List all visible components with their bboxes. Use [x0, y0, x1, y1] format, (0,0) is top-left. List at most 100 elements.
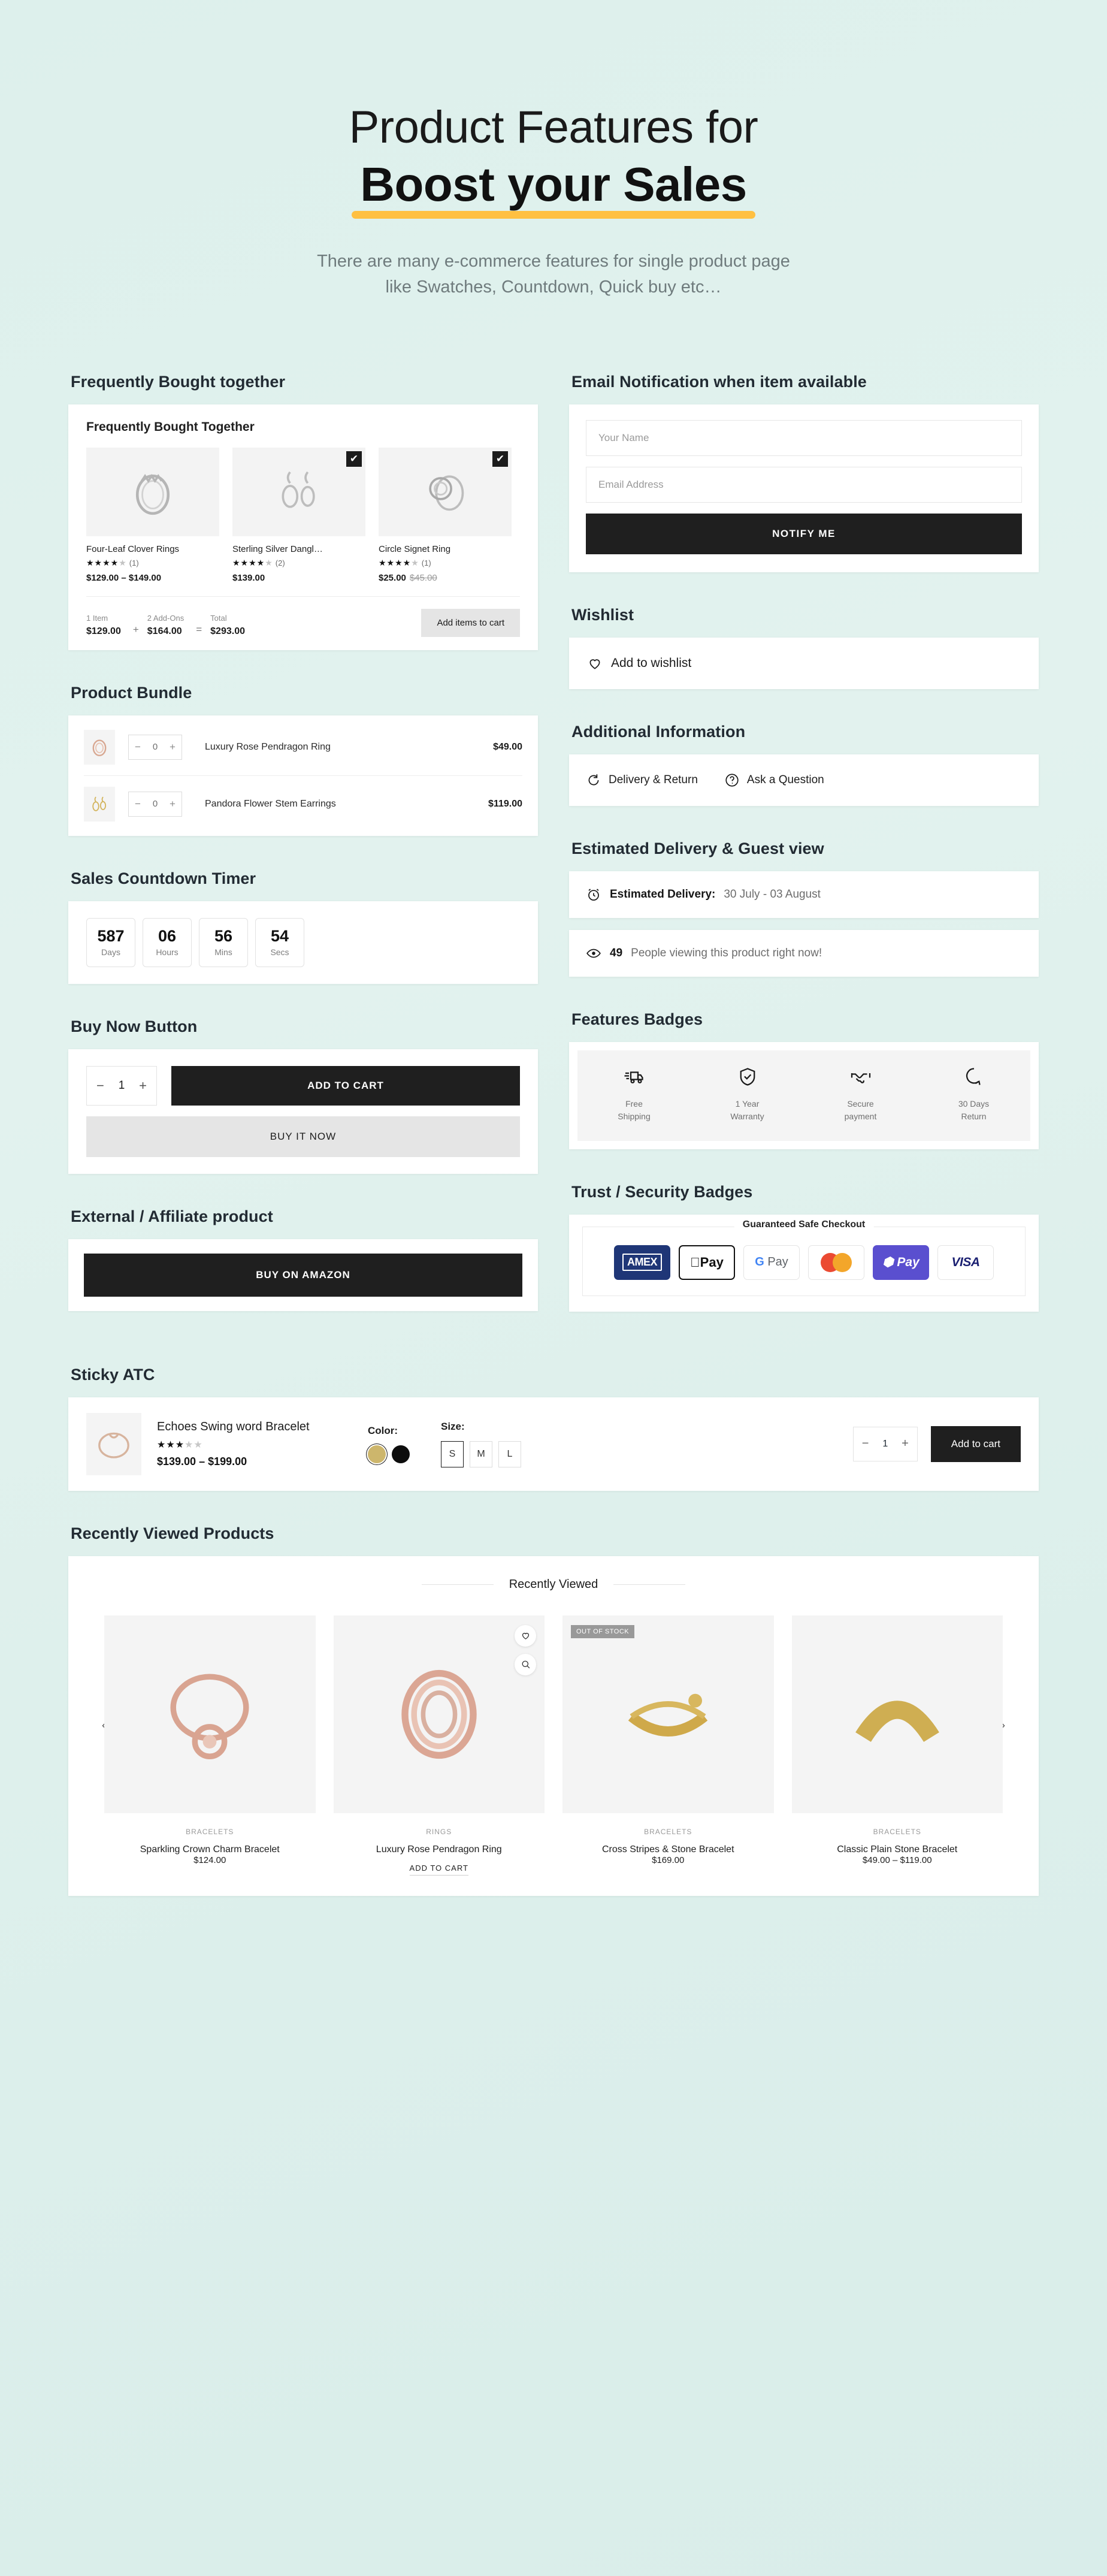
recently-viewed-product[interactable]: RINGS Luxury Rose Pendragon Ring ADD TO …	[333, 1615, 545, 1876]
recently-viewed-card: Recently Viewed BRACELETS Sparkling Crow…	[68, 1556, 1039, 1896]
section-title-frequently-bought: Frequently Bought together	[71, 372, 286, 391]
bundle-quantity-stepper[interactable]: − 0 +	[128, 791, 182, 817]
sticky-qty-decrease[interactable]: −	[862, 1437, 869, 1451]
countdown-unit-days: 587 Days	[86, 917, 135, 967]
countdown-mins-value: 56	[214, 927, 233, 946]
affiliate-card: BUY ON AMAZON	[68, 1239, 538, 1311]
page-header: Product Features for Boost your Sales Th…	[0, 0, 1107, 301]
size-option-s[interactable]: S	[441, 1440, 464, 1467]
payment-shop-pay: ⬢ Pay	[873, 1245, 929, 1280]
feature-badge-secure-payment: Secure payment	[804, 1066, 917, 1123]
stone-bracelet-icon	[628, 1693, 708, 1737]
buy-now-qty-decrease[interactable]: −	[96, 1078, 104, 1094]
fbt-item-checkbox[interactable]: ✔	[492, 451, 508, 467]
ring-icon	[135, 473, 170, 515]
fbt-item-checkbox[interactable]: ✔	[346, 451, 362, 467]
fbt-card-title: Frequently Bought Together	[86, 419, 255, 434]
sticky-quantity-stepper[interactable]: − 1 +	[852, 1426, 918, 1461]
section-additional-information: Additional Information Delivery & Return…	[569, 723, 1039, 806]
buy-now-qty-increase[interactable]: +	[139, 1078, 147, 1094]
buy-on-amazon-button[interactable]: BUY ON AMAZON	[84, 1253, 522, 1297]
feature-badge-return: 30 Days Return	[917, 1066, 1030, 1123]
shop-pay-label: ⬢ Pay	[882, 1255, 920, 1270]
delivery-return-label: Delivery & Return	[609, 773, 698, 786]
add-to-wishlist-button[interactable]: Add to wishlist	[569, 637, 1039, 689]
sticky-product-rating: ★★★★★	[157, 1439, 203, 1450]
trust-badges-inner: Guaranteed Safe Checkout AMEX Pay G Pay…	[582, 1219, 1026, 1296]
buy-now-card: − 1 + ADD TO CART BUY IT NOW	[68, 1049, 538, 1174]
product-quick-actions	[515, 1624, 536, 1675]
name-input[interactable]	[586, 419, 1022, 456]
fbt-item-price: $129.00 – $149.00	[86, 572, 162, 583]
google-pay-text: Pay	[767, 1255, 788, 1269]
sticky-add-to-cart-button[interactable]: Add to cart	[930, 1426, 1021, 1462]
amex-label: AMEX	[622, 1254, 662, 1272]
fbt-review-count: (1)	[129, 558, 139, 567]
section-countdown: Sales Countdown Timer 587 Days 06 Hours …	[68, 869, 538, 984]
payment-apple-pay: Pay	[679, 1245, 735, 1280]
feature-badge-label: 1 Year Warranty	[691, 1098, 804, 1123]
sticky-size-selector: Size: S M L	[441, 1421, 521, 1467]
payment-methods-list: AMEX Pay G Pay ⬢ Pay VISA	[596, 1245, 1012, 1280]
rose-ring-icon	[92, 739, 107, 756]
guaranteed-safe-checkout-label: Guaranteed Safe Checkout	[734, 1219, 874, 1230]
section-email-notification: Email Notification when item available N…	[569, 373, 1039, 572]
visa-label: VISA	[951, 1255, 980, 1269]
countdown-unit-mins: 56 Mins	[199, 917, 248, 967]
product-price-wrap: $124.00	[104, 1855, 316, 1866]
product-add-to-cart-link[interactable]: ADD TO CART	[409, 1864, 468, 1876]
buy-it-now-button[interactable]: BUY IT NOW	[86, 1116, 520, 1157]
recently-viewed-product[interactable]: BRACELETS Classic Plain Stone Bracelet $…	[791, 1615, 1003, 1876]
add-items-to-cart-button[interactable]: Add items to cart	[421, 608, 520, 637]
notify-me-button[interactable]: NOTIFY ME	[586, 513, 1022, 554]
refresh-icon	[588, 774, 599, 786]
feature-badge-line2: payment	[844, 1111, 877, 1121]
feature-badge-label: Secure payment	[804, 1098, 917, 1123]
fbt-addons-label: 2 Add-Ons	[147, 613, 184, 623]
delivery-return-link[interactable]: Delivery & Return	[586, 772, 698, 788]
email-input[interactable]	[586, 466, 1022, 503]
fbt-item[interactable]: ✔ Circle Signet Ring ★★★★★ (1) $25.00 $45.…	[379, 447, 512, 583]
bundle-qty-decrease[interactable]: −	[129, 735, 147, 759]
color-swatches	[368, 1445, 410, 1463]
fbt-item[interactable]: ✔ Sterling Silver Dangl… ★★★★★ (2) $139.0…	[232, 447, 365, 583]
recently-viewed-title: Recently Viewed	[509, 1577, 598, 1591]
charm-bracelet-icon	[170, 1674, 249, 1759]
ask-a-question-link[interactable]: Ask a Question	[724, 772, 824, 788]
divider-right	[613, 1584, 686, 1585]
color-swatch-black[interactable]	[392, 1445, 410, 1463]
bundle-qty-decrease[interactable]: −	[129, 792, 147, 816]
features-badges-list: Free Shipping 1 Year Warranty Secure paymen…	[577, 1050, 1030, 1141]
sticky-product-info: Echoes Swing word Bracelet ★★★★★ $139.00…	[157, 1420, 337, 1468]
buy-now-quantity-stepper[interactable]: − 1 +	[86, 1065, 157, 1106]
section-features-badges: Features Badges Free Shipping 1 Year Warra…	[569, 1010, 1039, 1149]
truck-icon	[624, 1071, 643, 1083]
trust-badges-card: Guaranteed Safe Checkout AMEX Pay G Pay…	[569, 1214, 1039, 1312]
fbt-item-price: $139.00	[232, 572, 265, 583]
size-option-m[interactable]: M	[470, 1440, 492, 1467]
countdown-unit-hours: 06 Hours	[143, 917, 192, 967]
two-column-grid: Frequently Bought together Frequently Bo…	[68, 373, 1039, 1345]
recently-viewed-product[interactable]: BRACELETS Sparkling Crown Charm Bracelet…	[104, 1615, 316, 1876]
search-icon	[522, 1660, 530, 1669]
fbt-summary: 1 Item $129.00 + 2 Add-Ons $164.00 = Tot…	[86, 596, 520, 650]
page-title: Product Features for Boost your Sales	[0, 102, 1107, 219]
color-swatch-gold[interactable]	[368, 1445, 386, 1463]
fbt-product-image: ✔	[232, 447, 365, 536]
product-price: $49.00 – $119.00	[862, 1855, 932, 1865]
recently-viewed-product[interactable]: OUT OF STOCK BRACELETS Cross Stripes & S…	[562, 1615, 774, 1876]
size-option-l[interactable]: L	[498, 1440, 521, 1467]
bundle-qty-increase[interactable]: +	[164, 735, 182, 759]
fbt-product-image	[86, 447, 219, 536]
add-to-cart-button[interactable]: ADD TO CART	[171, 1065, 520, 1106]
feature-badge-line2: Return	[961, 1111, 987, 1121]
viewers-text: People viewing this product right now!	[631, 946, 822, 959]
section-affiliate: External / Affiliate product BUY ON AMAZ…	[68, 1207, 538, 1311]
bundle-qty-increase[interactable]: +	[164, 792, 182, 816]
quick-view-button[interactable]	[515, 1653, 536, 1675]
wishlist-icon-button[interactable]	[515, 1624, 536, 1647]
sticky-qty-increase[interactable]: +	[902, 1437, 909, 1451]
payment-google-pay: G Pay	[743, 1245, 800, 1280]
fbt-item[interactable]: Four-Leaf Clover Rings ★★★★★ (1) $129.00 …	[86, 447, 219, 583]
bundle-quantity-stepper[interactable]: − 0 +	[128, 734, 182, 760]
